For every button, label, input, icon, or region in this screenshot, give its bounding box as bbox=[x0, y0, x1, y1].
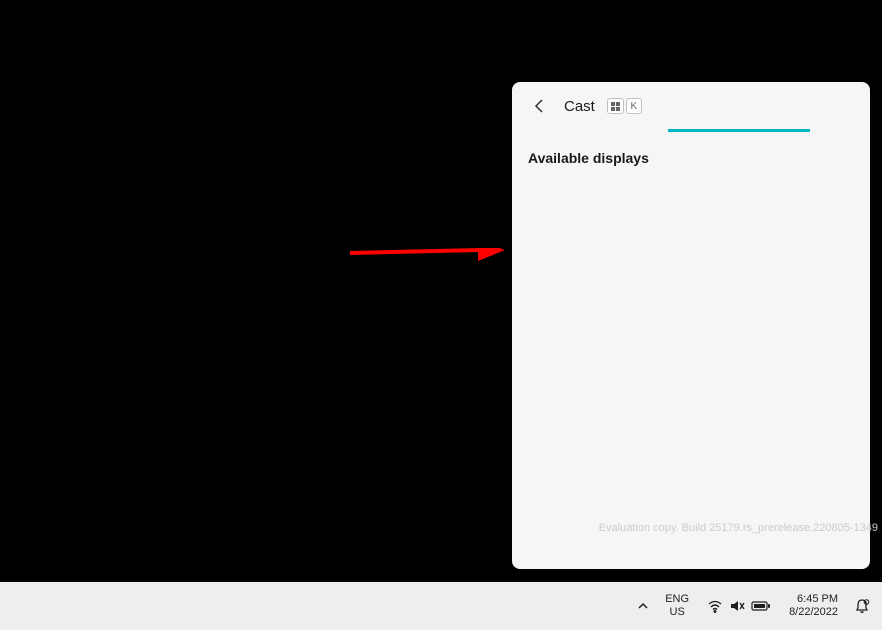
available-displays-heading: Available displays bbox=[528, 150, 854, 166]
language-indicator[interactable]: ENG US bbox=[657, 589, 697, 623]
taskbar: ENG US 6:45 PM 8/22/2022 bbox=[0, 582, 882, 630]
k-key-badge: K bbox=[626, 98, 642, 114]
desktop: Cast K Available displays Evaluation cop… bbox=[0, 0, 882, 582]
volume-muted-icon bbox=[729, 598, 745, 614]
wifi-icon bbox=[707, 598, 723, 614]
progress-indicator bbox=[668, 129, 810, 132]
chevron-up-icon bbox=[637, 600, 649, 612]
windows-key-icon bbox=[611, 102, 620, 111]
build-watermark: Evaluation copy. Build 25179.rs_prerelea… bbox=[599, 522, 878, 534]
quick-settings-button[interactable] bbox=[699, 594, 779, 618]
notifications-button[interactable]: 1 bbox=[848, 594, 876, 618]
cast-header: Cast K bbox=[528, 94, 854, 118]
clock-date: 8/22/2022 bbox=[789, 606, 838, 619]
windows-key-badge bbox=[607, 98, 624, 114]
clock-time: 6:45 PM bbox=[797, 593, 838, 606]
shortcut-badges: K bbox=[607, 98, 642, 114]
clock-button[interactable]: 6:45 PM 8/22/2022 bbox=[781, 589, 846, 623]
lang-secondary: US bbox=[670, 606, 685, 619]
cast-title: Cast bbox=[564, 98, 595, 115]
cast-panel: Cast K Available displays bbox=[512, 82, 870, 569]
back-button[interactable] bbox=[528, 94, 552, 118]
tray-overflow-button[interactable] bbox=[631, 596, 655, 616]
lang-primary: ENG bbox=[665, 593, 689, 606]
arrow-annotation bbox=[350, 248, 510, 278]
system-tray: ENG US 6:45 PM 8/22/2022 bbox=[631, 589, 876, 623]
battery-icon bbox=[751, 599, 771, 613]
bell-icon: 1 bbox=[854, 598, 870, 614]
arrow-left-icon bbox=[532, 98, 548, 114]
